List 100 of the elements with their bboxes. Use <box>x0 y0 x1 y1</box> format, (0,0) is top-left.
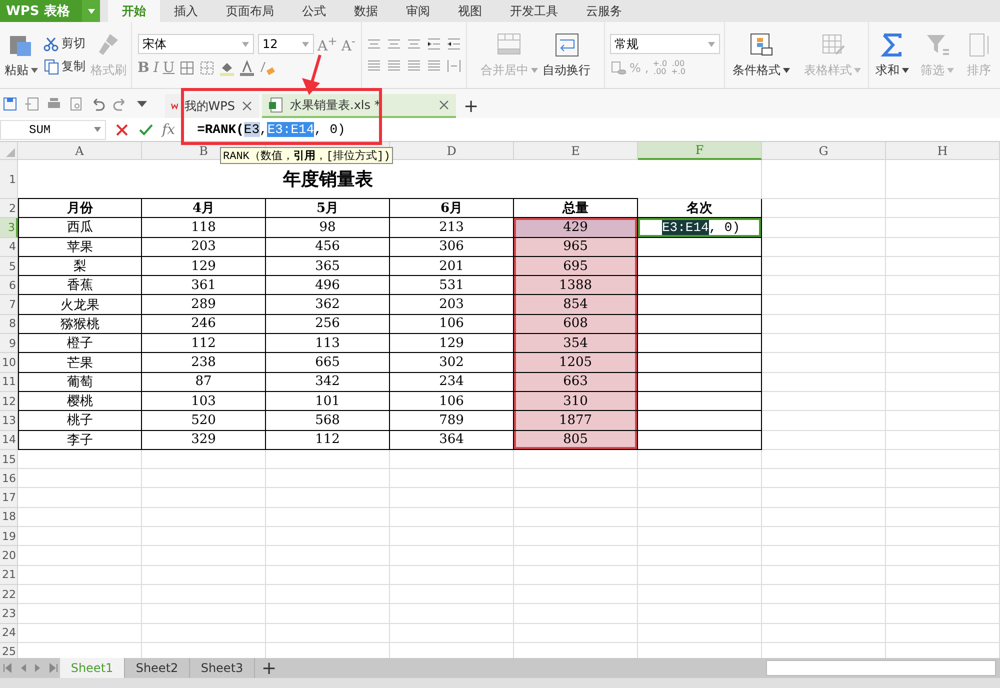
row-header[interactable]: 24 <box>0 624 18 643</box>
row-header[interactable]: 9 <box>0 334 18 354</box>
menu-tab[interactable]: 云服务 <box>572 0 636 22</box>
table-cell: 531 <box>390 276 514 296</box>
underline-button[interactable]: U <box>162 60 175 76</box>
table-cell: 310 <box>514 392 638 412</box>
row-header[interactable]: 4 <box>0 238 18 257</box>
close-icon[interactable] <box>438 99 450 111</box>
table-cell: 橙子 <box>18 334 142 354</box>
column-header[interactable]: A <box>18 142 142 160</box>
select-all-corner[interactable] <box>0 142 18 160</box>
row-header[interactable]: 22 <box>0 584 18 604</box>
new-tab-button[interactable]: + <box>459 94 483 118</box>
menu-tab[interactable]: 审阅 <box>392 0 444 22</box>
eraser-icon[interactable] <box>258 60 275 76</box>
menu-tab[interactable]: 数据 <box>340 0 392 22</box>
row-header[interactable]: 20 <box>0 546 18 566</box>
menu-tab[interactable]: 页面布局 <box>212 0 288 22</box>
save-icon[interactable] <box>2 96 18 112</box>
caret-icon[interactable] <box>30 68 38 72</box>
bold-button[interactable]: B <box>138 60 150 76</box>
row-header[interactable]: 10 <box>0 353 18 373</box>
fill-color-icon[interactable] <box>218 60 235 76</box>
row-header[interactable]: 13 <box>0 411 18 431</box>
table-cell: 342 <box>266 372 390 392</box>
row-header[interactable]: 1 <box>0 160 18 199</box>
font-size-field[interactable]: 12 <box>258 34 314 54</box>
row-header[interactable]: 17 <box>0 488 18 508</box>
table-cell: 118 <box>142 218 266 238</box>
indent-icon[interactable] <box>446 36 462 52</box>
scrollbar[interactable] <box>766 660 996 676</box>
row-header[interactable]: 12 <box>0 392 18 412</box>
wrap-text-button[interactable]: 自动换行 <box>542 32 590 78</box>
row-header[interactable]: 7 <box>0 295 18 315</box>
grid-icon[interactable] <box>198 60 215 76</box>
indent-icon[interactable] <box>426 36 442 52</box>
menu-tab[interactable]: 视图 <box>444 0 496 22</box>
copy-button[interactable]: 复制 <box>42 58 86 75</box>
ribbon-button[interactable]: 条件格式 <box>732 32 790 78</box>
cut-button[interactable]: 剪切 <box>42 35 86 52</box>
conditional-format-icon[interactable] <box>748 32 774 58</box>
caret-icon[interactable] <box>782 68 790 72</box>
wrap-icon[interactable] <box>554 32 580 58</box>
copy-icon[interactable] <box>42 58 58 74</box>
active-cell[interactable]: E3:E14, 0) <box>638 218 762 238</box>
column-header[interactable]: G <box>762 142 886 160</box>
function-button[interactable]: fx <box>162 122 176 138</box>
preview-icon[interactable] <box>68 96 84 112</box>
table-cell: 203 <box>390 295 514 315</box>
row-header[interactable]: 16 <box>0 469 18 488</box>
table-cell: 608 <box>514 314 638 334</box>
menu-tab[interactable]: 开始 <box>108 0 160 22</box>
document-tab[interactable]: 我的WPS <box>165 94 259 118</box>
menu-tab[interactable]: 公式 <box>288 0 340 22</box>
ribbon-button[interactable]: 求和 <box>876 32 908 78</box>
confirm-icon[interactable] <box>138 122 154 138</box>
grow-font-button[interactable]: A$^{+}$ <box>318 34 338 54</box>
row-header[interactable]: 11 <box>0 372 18 392</box>
formula-field[interactable]: =RANK(E3,E3:E14, 0) <box>197 122 346 137</box>
font-color-icon[interactable] <box>238 60 255 76</box>
number-format-field[interactable]: 常规 <box>610 34 720 54</box>
distribute-icon[interactable] <box>446 58 462 74</box>
font-field[interactable]: 宋体 <box>138 34 254 54</box>
menu-tab[interactable]: 插入 <box>160 0 212 22</box>
caret-icon[interactable] <box>902 68 908 72</box>
row-header[interactable]: 21 <box>0 566 18 585</box>
close-icon[interactable] <box>241 100 253 112</box>
first-sheet-icon[interactable] <box>2 662 14 674</box>
row-header[interactable]: 14 <box>0 430 18 450</box>
table-cell: 663 <box>514 372 638 392</box>
italic-button[interactable]: I <box>153 60 159 76</box>
shrink-font-button[interactable]: A$^{-}$ <box>341 34 356 54</box>
column-header[interactable]: E <box>514 142 638 160</box>
app-logo[interactable]: WPS 表格 <box>0 0 82 22</box>
spreadsheet-file-icon[interactable] <box>268 97 284 113</box>
add-sheet-button[interactable]: + <box>255 658 283 678</box>
export-icon[interactable] <box>24 96 40 112</box>
table-cell: 246 <box>142 314 266 334</box>
scissors-icon[interactable] <box>42 36 58 52</box>
column-header[interactable]: D <box>390 142 514 160</box>
row-header[interactable]: 23 <box>0 604 18 624</box>
row-header[interactable]: 18 <box>0 508 18 528</box>
row-header[interactable]: 15 <box>0 450 18 470</box>
name-box[interactable]: SUM <box>0 120 106 140</box>
row-header[interactable]: 5 <box>0 256 18 276</box>
table-cell: 129 <box>390 334 514 354</box>
row-header[interactable]: 2 <box>0 199 18 218</box>
row-header[interactable]: 19 <box>0 527 18 546</box>
table-header: 6月 <box>390 199 514 218</box>
currency-icon[interactable] <box>610 60 626 76</box>
row-header[interactable]: 25 <box>0 642 18 658</box>
row-header[interactable]: 8 <box>0 314 18 334</box>
border-icon[interactable] <box>178 60 195 76</box>
last-sheet-icon[interactable] <box>46 662 58 674</box>
table-cell: 568 <box>266 411 390 431</box>
row-header[interactable]: 6 <box>0 276 18 296</box>
paste-button[interactable]: 粘贴 <box>4 32 38 78</box>
cancel-icon[interactable] <box>114 122 130 138</box>
menu-tab[interactable]: 开发工具 <box>496 0 572 22</box>
column-header[interactable]: H <box>886 142 1000 160</box>
